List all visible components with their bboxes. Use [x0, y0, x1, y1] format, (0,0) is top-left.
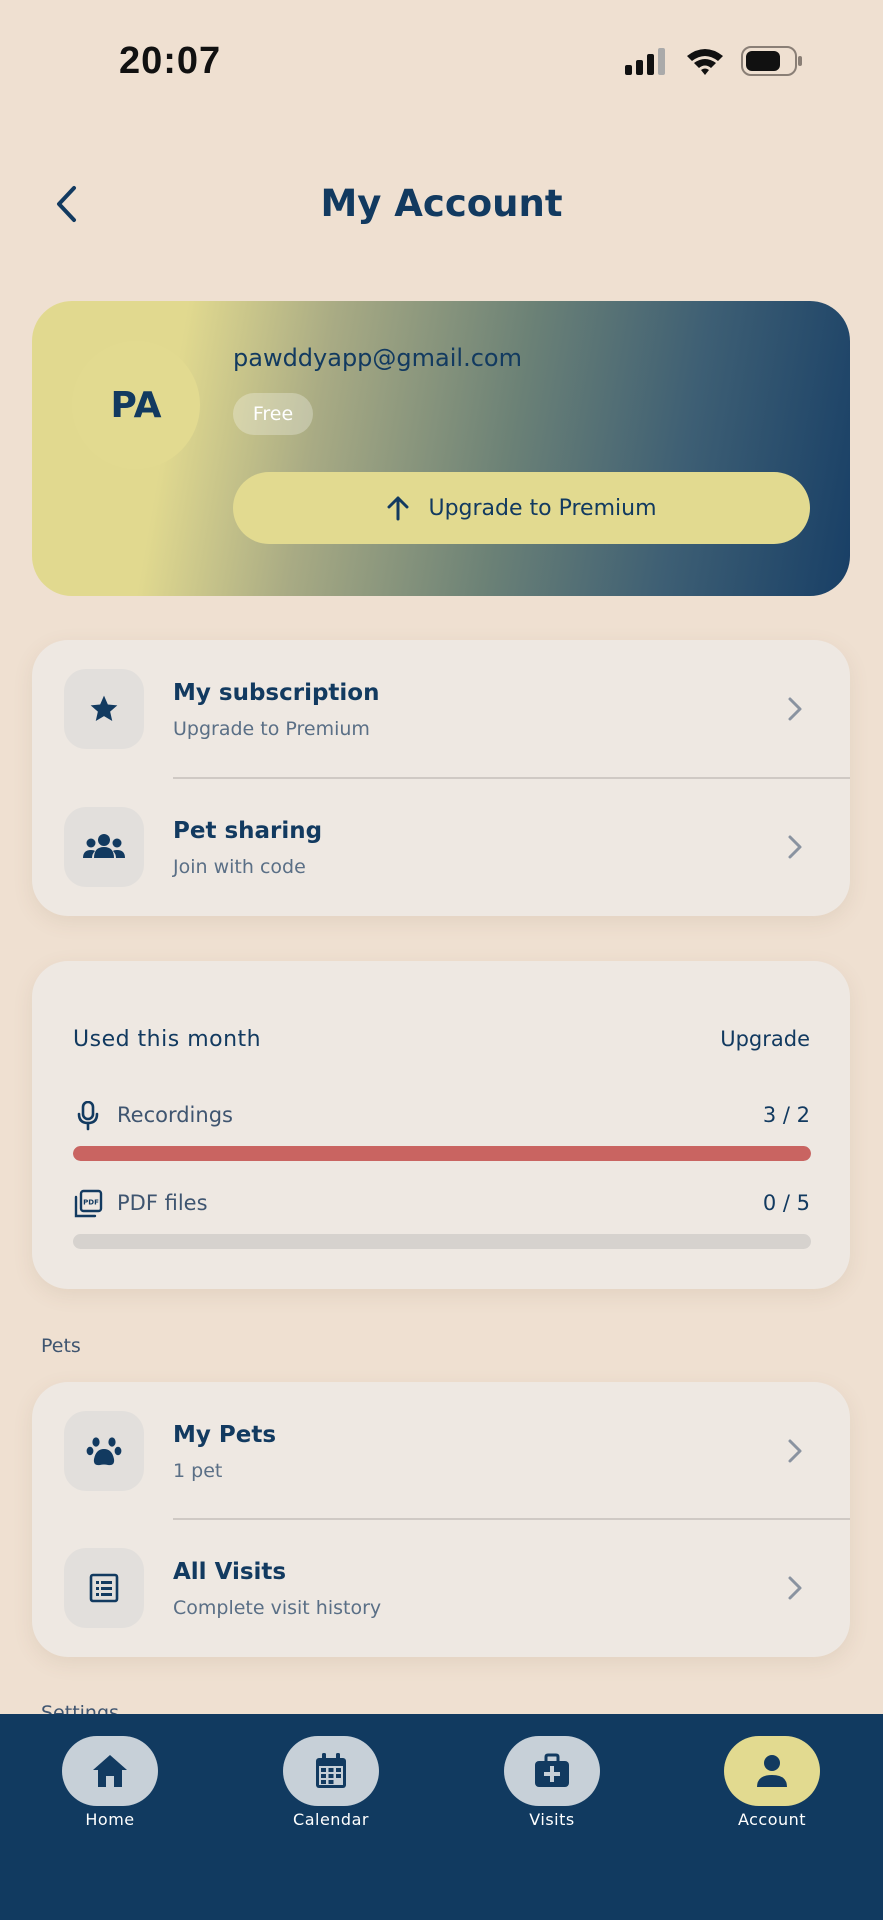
usage-label-pdf: PDF files: [117, 1191, 208, 1215]
my-pets-icon-tile: [64, 1411, 144, 1491]
pdf-files-icon: PDF: [73, 1189, 103, 1219]
status-icons: [625, 46, 803, 76]
usage-label-recordings: Recordings: [117, 1103, 233, 1127]
nav-pill: [283, 1736, 379, 1806]
usage-upgrade-link[interactable]: Upgrade: [720, 1027, 810, 1051]
nav-item-calendar[interactable]: Calendar: [276, 1736, 386, 1829]
usage-count-recordings: 3 / 2: [762, 1103, 810, 1127]
usage-bar-recordings: [73, 1146, 811, 1161]
profile-card: PA pawddyapp@gmail.com Free Upgrade to P…: [32, 301, 850, 596]
menu-item-pet-sharing[interactable]: Pet sharing Join with code: [32, 778, 850, 916]
svg-text:PDF: PDF: [83, 1199, 99, 1207]
subscription-icon-tile: [64, 669, 144, 749]
menu-item-subtitle: Upgrade to Premium: [173, 718, 370, 740]
account-email: pawddyapp@gmail.com: [233, 344, 522, 372]
nav-pill-active: [724, 1736, 820, 1806]
nav-item-account[interactable]: Account: [717, 1736, 827, 1829]
account-menu-card: My subscription Upgrade to Premium Pet s…: [32, 640, 850, 916]
nav-pill: [62, 1736, 158, 1806]
usage-count-pdf: 0 / 5: [762, 1191, 810, 1215]
nav-item-home[interactable]: Home: [55, 1736, 165, 1829]
status-time: 20:07: [119, 40, 222, 82]
menu-item-subtitle: 1 pet: [173, 1460, 223, 1482]
status-bar: 20:07: [0, 0, 883, 130]
paw-icon: [86, 1437, 122, 1466]
bottom-nav: Home Calendar Visits Account: [0, 1714, 883, 1920]
nav-label: Visits: [529, 1810, 575, 1829]
chevron-right-icon: [780, 1569, 810, 1607]
upgrade-premium-button[interactable]: Upgrade to Premium: [233, 472, 810, 544]
menu-item-my-pets[interactable]: My Pets 1 pet: [32, 1382, 850, 1520]
person-icon: [757, 1755, 787, 1787]
menu-item-title: All Visits: [173, 1559, 287, 1585]
all-visits-icon-tile: [64, 1548, 144, 1628]
people-group-icon: [83, 834, 125, 858]
wifi-icon: [687, 49, 723, 75]
section-label-pets: Pets: [41, 1335, 81, 1357]
chevron-right-icon: [780, 690, 810, 728]
signal-icon: [625, 48, 665, 75]
nav-label: Account: [737, 1810, 807, 1829]
chevron-right-icon: [780, 828, 810, 866]
nav-label: Home: [85, 1810, 135, 1829]
home-icon: [93, 1755, 127, 1787]
battery-icon: [741, 46, 802, 76]
menu-item-all-visits[interactable]: All Visits Complete visit history: [32, 1519, 850, 1657]
nav-item-visits[interactable]: Visits: [497, 1736, 607, 1829]
plan-badge: Free: [233, 393, 313, 435]
page-title: My Account: [320, 182, 563, 225]
medical-bag-icon: [535, 1753, 569, 1787]
usage-bar-fill: [73, 1146, 811, 1161]
star-icon: [90, 695, 118, 721]
pets-menu-card: My Pets 1 pet All Visits Complete visit …: [32, 1382, 850, 1657]
pet-sharing-icon-tile: [64, 807, 144, 887]
menu-item-title: My Pets: [173, 1422, 277, 1448]
nav-pill: [504, 1736, 600, 1806]
menu-item-title: Pet sharing: [173, 818, 323, 844]
menu-item-subscription[interactable]: My subscription Upgrade to Premium: [32, 640, 850, 778]
nav-label: Calendar: [293, 1810, 369, 1829]
usage-bar-pdf: [73, 1234, 811, 1249]
usage-title: Used this month: [73, 1027, 262, 1052]
menu-item-title: My subscription: [173, 680, 380, 706]
header: My Account: [0, 160, 883, 250]
menu-item-subtitle: Complete visit history: [173, 1597, 382, 1619]
chevron-right-icon: [780, 1432, 810, 1470]
microphone-icon: [73, 1101, 103, 1131]
upgrade-premium-label: Upgrade to Premium: [428, 495, 657, 521]
usage-card: Used this month Upgrade Recordings 3 / 2…: [32, 961, 850, 1289]
arrow-up-icon: [387, 496, 409, 521]
menu-item-subtitle: Join with code: [173, 856, 306, 878]
avatar: PA: [72, 341, 200, 469]
calendar-icon: [316, 1753, 346, 1788]
list-icon: [89, 1573, 119, 1603]
